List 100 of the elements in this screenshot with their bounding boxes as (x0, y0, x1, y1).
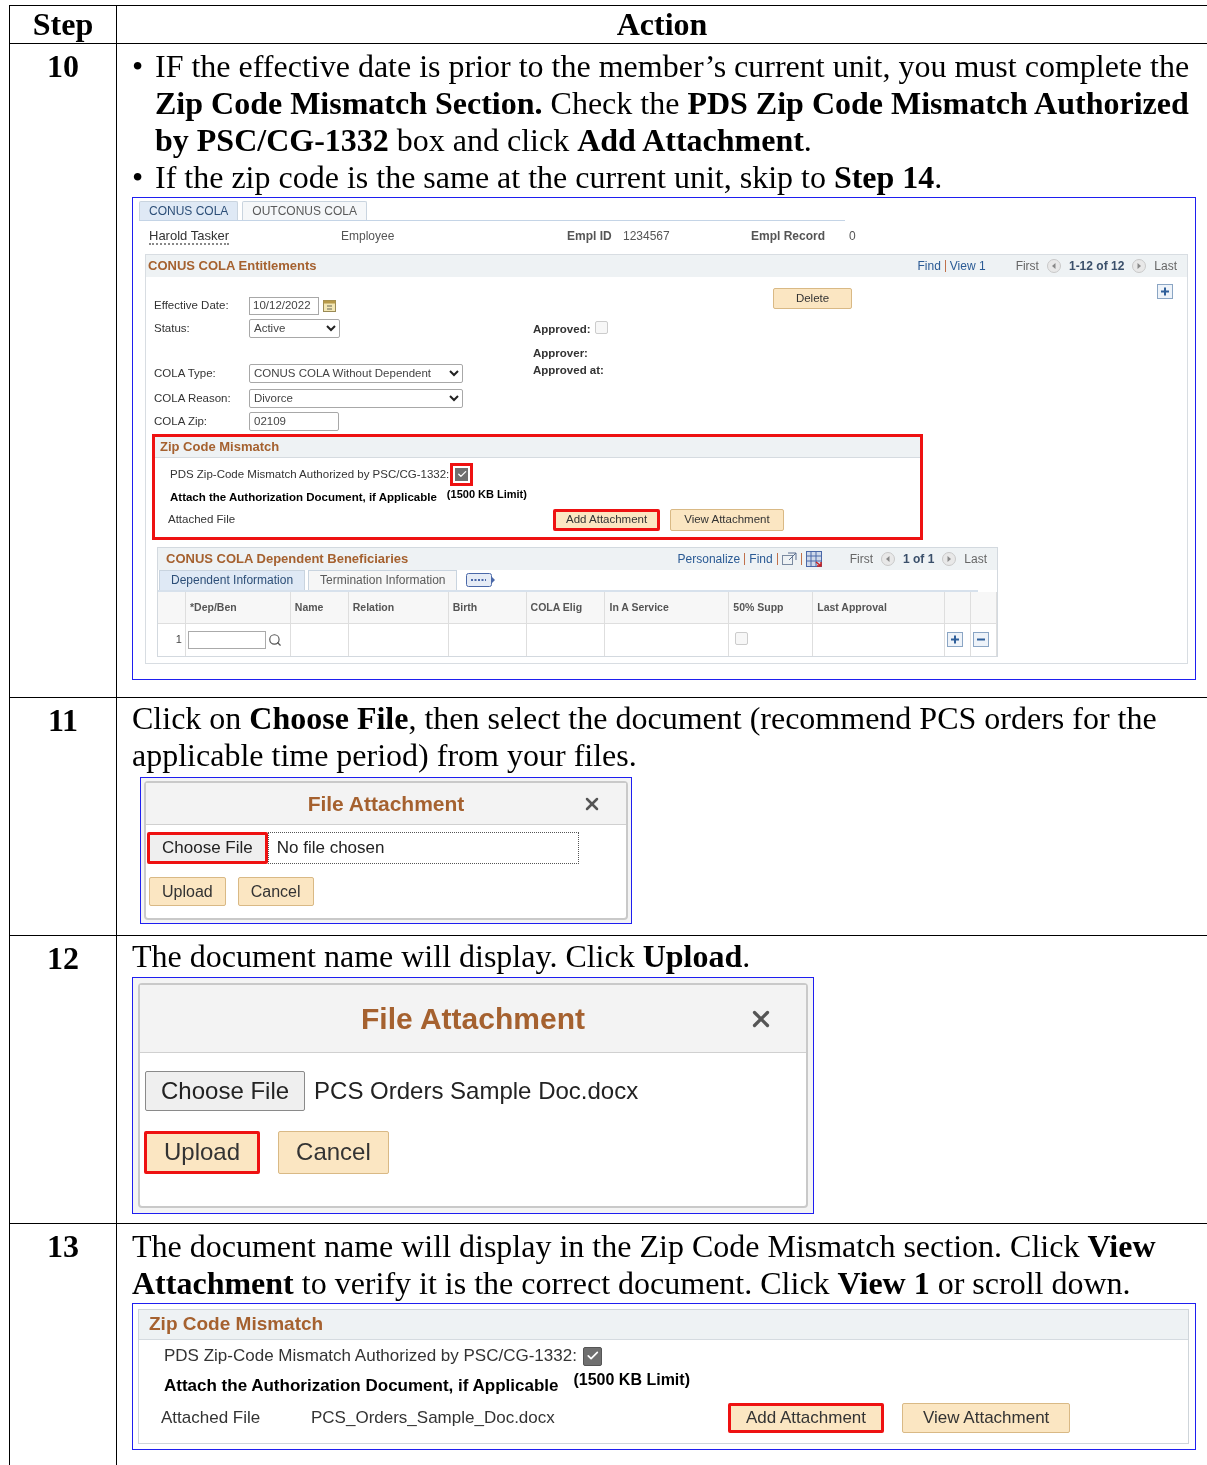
action-button[interactable]: Cancel (278, 1131, 389, 1174)
tab[interactable]: OUTCONUS COLA (242, 201, 368, 220)
step-instruction: If the zip code is the same at the current unit, skip to Step 14. (155, 159, 943, 196)
action-button[interactable]: Upload (144, 1131, 261, 1174)
column-header: COLA Elig (530, 601, 583, 614)
step-instruction: The document name will display. Click Upload. (131, 938, 752, 975)
column-header: Action (616, 6, 708, 43)
checkbox-label: PDS Zip-Code Mismatch Authorized by PSC/CG-1332: (170, 467, 450, 482)
empl-record-label: Empl Record (751, 228, 826, 244)
choose-file-button[interactable]: Choose File (145, 1071, 306, 1111)
field-label: Effective Date: (154, 298, 230, 313)
action-button[interactable]: View Attachment (902, 1402, 1071, 1433)
dialog-title: File Attachment (361, 1000, 585, 1037)
dialog-title: File Attachment (307, 790, 465, 817)
last-link[interactable]: Last (1154, 258, 1177, 274)
section-title: Zip Code Mismatch (160, 439, 280, 455)
row-range: 1-12 of 12 (1068, 258, 1125, 274)
bullet: • (132, 48, 145, 86)
action-button[interactable]: Cancel (237, 877, 314, 906)
next-icon[interactable] (1132, 259, 1147, 273)
file-name: No file chosen (267, 832, 579, 864)
next-icon[interactable] (942, 551, 957, 566)
empl-id-value: 1234567 (623, 228, 671, 244)
first-link[interactable]: First (1015, 258, 1039, 274)
employee-type: Employee (341, 228, 396, 244)
check-icon (456, 469, 467, 480)
row-number: 1 (175, 633, 182, 647)
step-instruction: Click on Choose File, then select the document (recommend PCS orders for the applicable time period) from your files. (131, 700, 1158, 774)
grid-link[interactable]: Find (749, 551, 773, 566)
add-row-icon[interactable] (947, 632, 964, 648)
tab[interactable]: Dependent Information (159, 569, 306, 590)
find-link[interactable]: Find (917, 258, 941, 274)
view-link[interactable]: View 1 (949, 258, 986, 274)
step-number: 10 (47, 48, 79, 84)
row-range: 1 of 1 (902, 551, 935, 566)
action-button[interactable]: Add Attachment (553, 508, 661, 531)
column-header: *Dep/Ben (189, 601, 237, 614)
previous-icon[interactable] (880, 551, 895, 566)
input-field[interactable]: 02109 (249, 412, 339, 431)
step-number: 11 (47, 702, 79, 738)
attach-instruction: Attach the Authorization Document, if Applicable (164, 1376, 559, 1397)
choose-file-button[interactable]: Choose File (147, 832, 268, 864)
empl-record-value: 0 (849, 228, 856, 244)
previous-icon[interactable] (1046, 259, 1061, 273)
step-instruction: The document name will display in the Zip Code Mismatch section. Click View Attachment to verify it is the correct document. Click View 1 or scroll down. (131, 1228, 1157, 1302)
column-header: In A Service (609, 601, 669, 614)
search-icon[interactable] (267, 632, 282, 647)
download-grid-icon[interactable] (805, 550, 822, 567)
step-number: 12 (47, 940, 79, 976)
file-name: PCS Orders Sample Doc.docx (314, 1076, 639, 1106)
attached-file-name: PCS_Orders_Sample_Doc.docx (311, 1407, 556, 1428)
size-limit: (1500 KB Limit) (446, 488, 527, 502)
column-header: Birth (452, 601, 478, 614)
show-all-columns-icon[interactable] (466, 572, 497, 587)
panel-title: CONUS COLA Entitlements (148, 258, 317, 274)
caret-icon (449, 370, 459, 377)
column-header: Last Approval (817, 601, 887, 614)
step-number: 13 (47, 1228, 79, 1264)
grid-link[interactable]: Personalize (677, 551, 741, 566)
dropdown[interactable]: CONUS COLA Without Dependent (249, 364, 463, 383)
last-link[interactable]: Last (964, 551, 987, 566)
action-button[interactable]: View Attachment (670, 508, 784, 531)
approver-label: Approver: (533, 346, 589, 361)
column-header: Name (294, 601, 324, 614)
calendar-icon[interactable] (323, 299, 336, 312)
attach-instruction: Attach the Authorization Document, if Applicable (170, 491, 437, 505)
first-link[interactable]: First (849, 551, 873, 566)
attached-file-label: Attached File (168, 512, 237, 527)
step-instruction: IF the effective date is prior to the member’s current unit, you must complete the Zip Code Mismatch Section. Check the PDS Zip Code Mismatch Authorized by PSC/CG-1332 box and click Add Attachment. (155, 48, 1191, 159)
size-limit: (1500 KB Limit) (573, 1370, 690, 1390)
attached-file-label: Attached File (161, 1407, 262, 1428)
caret-icon (326, 325, 336, 332)
dropdown[interactable]: Divorce (249, 389, 463, 408)
employee-name: Harold Tasker (149, 228, 229, 246)
caret-icon (449, 395, 459, 402)
checkbox[interactable] (450, 463, 474, 486)
grid-title: CONUS COLA Dependent Beneficiaries (166, 551, 409, 567)
field-label: COLA Type: (154, 366, 217, 381)
approved-label: Approved: (533, 322, 591, 337)
column-header: Relation (352, 601, 395, 614)
add-row-icon[interactable] (1157, 284, 1173, 299)
column-header: Step (32, 6, 94, 43)
remove-row-icon[interactable] (973, 632, 990, 648)
empl-id-label: Empl ID (567, 228, 613, 244)
tab[interactable]: CONUS COLA (139, 201, 239, 220)
checkbox-label: PDS Zip-Code Mismatch Authorized by PSC/CG-1332: (164, 1346, 577, 1367)
action-button[interactable]: Delete (773, 288, 852, 309)
checkbox[interactable] (582, 1346, 602, 1366)
action-button[interactable]: Add Attachment (728, 1402, 885, 1433)
action-button[interactable]: Upload (149, 877, 226, 906)
dropdown[interactable]: Active (249, 319, 340, 338)
new-window-icon[interactable] (781, 552, 797, 566)
input-field[interactable]: 10/12/2022 (249, 296, 319, 315)
input-field[interactable] (187, 630, 266, 649)
section-title: Zip Code Mismatch (149, 1313, 324, 1336)
column-header: 50% Supp (733, 601, 784, 614)
tab[interactable]: Termination Information (308, 569, 458, 590)
field-label: Status: (154, 321, 191, 336)
field-label: COLA Reason: (154, 391, 232, 406)
field-label: COLA Zip: (154, 414, 209, 429)
